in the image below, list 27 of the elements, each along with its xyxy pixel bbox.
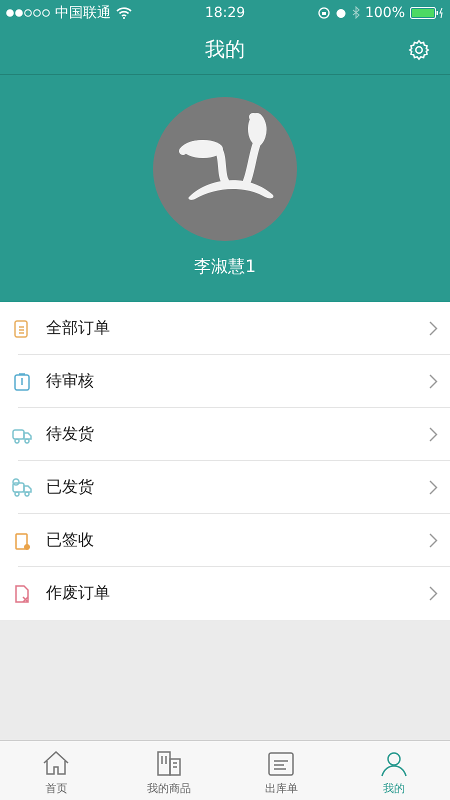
- menu-item[interactable]: 待发货: [0, 408, 450, 461]
- alarm-icon: [334, 6, 347, 18]
- wifi-icon: [116, 6, 132, 18]
- status-time: 18:29: [204, 4, 246, 20]
- user-name: 李淑慧1: [194, 256, 256, 278]
- tab[interactable]: 出库单: [225, 741, 338, 800]
- bluetooth-icon: [352, 6, 360, 19]
- chevron-icon: [429, 374, 438, 389]
- menu-item[interactable]: 全部订单: [0, 302, 450, 355]
- chevron-icon: [429, 427, 438, 442]
- chevron-icon: [429, 533, 438, 548]
- menu-item[interactable]: 已签收: [0, 514, 450, 567]
- chevron-icon: [429, 480, 438, 495]
- chevron-icon: [429, 321, 438, 336]
- battery-icon: [410, 6, 444, 18]
- carrier-name: 中国联通: [55, 4, 111, 22]
- settings-icon[interactable]: [408, 39, 430, 61]
- battery-percent: 100%: [364, 4, 405, 20]
- menu-item[interactable]: 待审核: [0, 355, 450, 408]
- chevron-icon: [429, 586, 438, 601]
- tab[interactable]: 首页: [0, 741, 112, 800]
- page-title: 我的: [205, 36, 245, 63]
- menu-item[interactable]: 已发货: [0, 461, 450, 514]
- tab[interactable]: 我的商品: [112, 741, 225, 800]
- signal-icon: [6, 8, 50, 16]
- rotation-lock-icon: [318, 6, 330, 18]
- menu-item[interactable]: 作废订单: [0, 567, 450, 620]
